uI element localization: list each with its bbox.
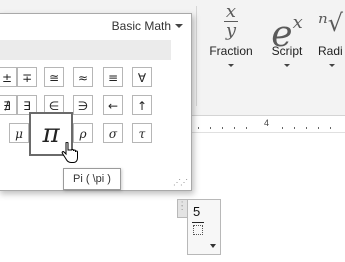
ruler-number: 4 — [264, 118, 270, 128]
gallery-header[interactable]: Basic Math — [0, 14, 191, 38]
symbol-button[interactable]: τ — [132, 123, 152, 143]
category-dropdown-label[interactable]: Basic Math — [112, 19, 171, 33]
ruler-tick — [330, 127, 331, 129]
symbol-button[interactable]: ≡ — [103, 67, 123, 87]
symbols-gallery: Basic Math ± ∓ ≅ ≈ ≡ ∀ ∄ ∃ ∈ ∋ ← ↑ μ π ρ… — [0, 13, 192, 191]
chevron-down-icon — [228, 64, 234, 67]
fraction-x-over-y-icon: x y — [205, 1, 257, 41]
equation-box[interactable]: 5 — [187, 199, 221, 255]
script-icon-sup: x — [292, 12, 303, 33]
symbol-button[interactable]: ρ — [73, 123, 93, 143]
script-label: Script — [271, 44, 303, 58]
script-button[interactable]: ex Script — [261, 0, 313, 80]
fraction-icon-denominator: y — [225, 20, 237, 41]
fraction-numerator[interactable]: 5 — [193, 204, 200, 219]
symbol-button[interactable]: ± — [0, 67, 17, 87]
symbol-button[interactable]: σ — [103, 123, 123, 143]
resize-grip-icon[interactable]: ⋰⋰ — [173, 178, 188, 187]
symbol-button[interactable]: ∋ — [73, 95, 93, 115]
ruler-tick — [306, 127, 307, 129]
symbol-button[interactable]: ↑ — [132, 95, 152, 115]
equation-object[interactable]: :: 5 — [177, 199, 221, 255]
ruler-tick — [282, 127, 283, 129]
symbol-button[interactable]: ≅ — [44, 67, 64, 87]
ruler-tick — [210, 127, 211, 129]
radical-icon: ⁿ√ — [318, 9, 344, 37]
ruler-tick — [222, 127, 223, 129]
ribbon-separator — [196, 6, 197, 106]
symbol-button[interactable]: ∀ — [132, 67, 152, 87]
chevron-down-icon — [329, 64, 335, 67]
ruler-tick — [246, 127, 247, 129]
ruler-tick — [294, 127, 295, 129]
fraction-icon-numerator: x — [225, 1, 237, 22]
equation-options-chevron-down-icon[interactable] — [210, 244, 216, 248]
horizontal-ruler: 4 — [190, 118, 345, 133]
ruler-tick — [318, 127, 319, 129]
chevron-down-icon — [284, 64, 290, 67]
symbol-button[interactable]: ≈ — [73, 67, 93, 87]
chevron-down-icon[interactable] — [175, 24, 183, 28]
radical-label: Radi — [318, 44, 343, 58]
ruler-tick — [234, 127, 235, 129]
fraction-button[interactable]: x y Fraction — [205, 0, 257, 80]
radical-button[interactable]: ⁿ√ Radi — [318, 0, 345, 80]
fraction-label: Fraction — [209, 44, 253, 58]
fraction-bar — [192, 222, 204, 223]
gallery-bar — [0, 40, 171, 60]
symbol-tooltip: Pi ( \pi ) — [63, 168, 121, 190]
symbol-button[interactable]: ∓ — [17, 67, 37, 87]
fraction-denominator-placeholder[interactable] — [193, 225, 203, 235]
drag-dots-icon: :: — [181, 199, 184, 212]
ruler-tick — [198, 127, 199, 129]
symbol-button[interactable]: μ — [9, 123, 29, 143]
symbol-button[interactable]: ← — [103, 95, 123, 115]
hand-pointer-cursor-icon — [61, 141, 79, 169]
symbol-button[interactable]: ∄ — [0, 95, 17, 115]
